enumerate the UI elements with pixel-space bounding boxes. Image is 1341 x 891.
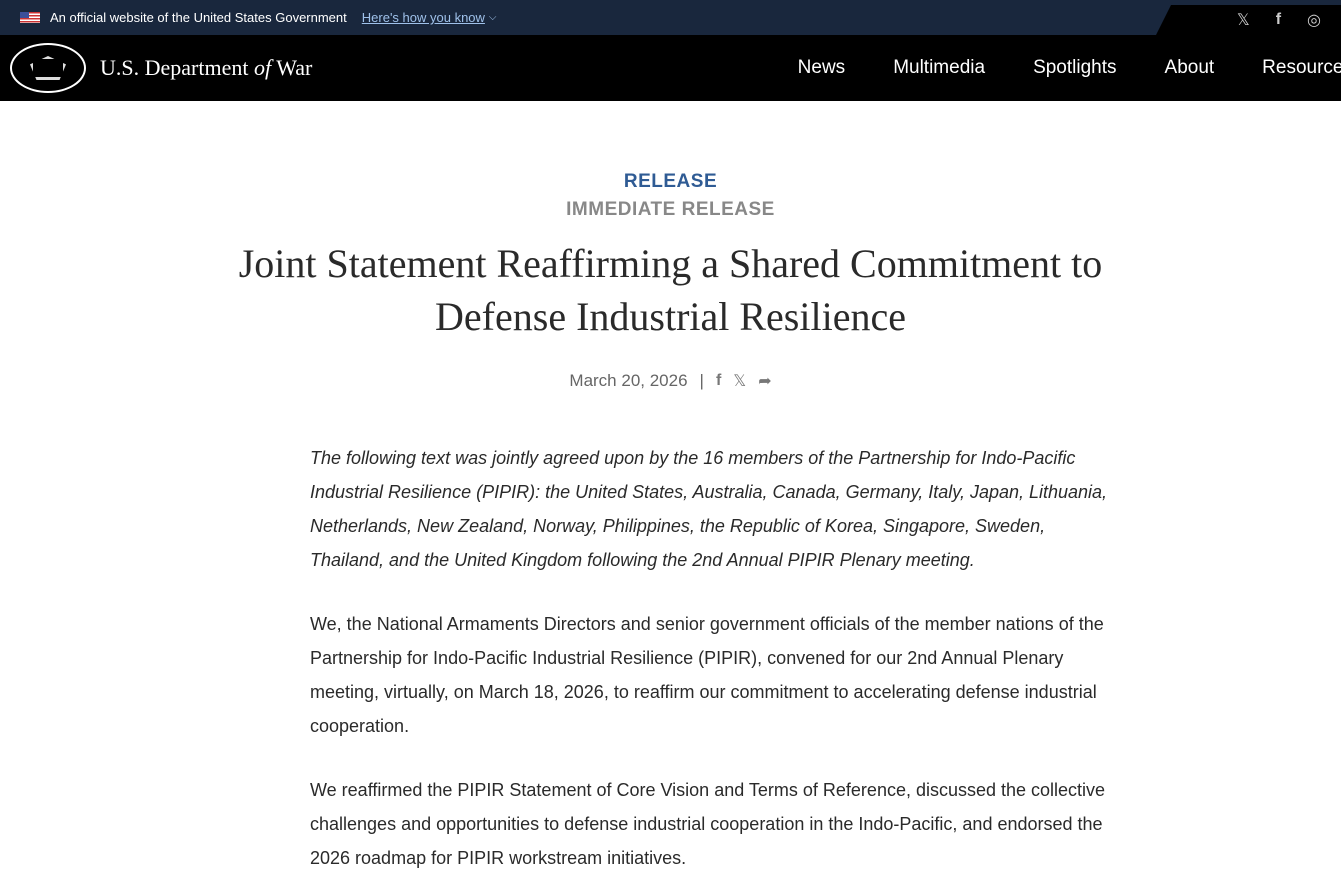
gov-banner-text: An official website of the United States…	[50, 10, 347, 25]
site-brand[interactable]: U.S. Department of War	[100, 55, 312, 81]
nav-about[interactable]: About	[1165, 57, 1215, 79]
nav-spotlights[interactable]: Spotlights	[1033, 57, 1116, 79]
nav-multimedia[interactable]: Multimedia	[893, 57, 985, 79]
gov-banner: An official website of the United States…	[0, 0, 1341, 35]
article-date: March 20, 2026	[569, 371, 688, 390]
article-subtype: IMMEDIATE RELEASE	[566, 199, 775, 220]
article-type: RELEASE	[623, 171, 718, 192]
page-title: Joint Statement Reaffirming a Shared Com…	[238, 241, 1103, 339]
social-links: 𝕏 f ◎	[1156, 5, 1341, 35]
us-flag-icon	[20, 12, 40, 23]
article-lead: The following text was jointly agreed up…	[310, 448, 1108, 570]
x-icon[interactable]: 𝕏	[1237, 10, 1250, 30]
article-paragraph: We, the National Armaments Directors and…	[310, 614, 1104, 736]
x-share-icon[interactable]: 𝕏	[733, 371, 746, 391]
nav-news[interactable]: News	[798, 57, 846, 79]
instagram-icon[interactable]: ◎	[1307, 10, 1321, 30]
facebook-share-icon[interactable]: f	[716, 372, 721, 390]
facebook-icon[interactable]: f	[1276, 11, 1281, 29]
nav-resources[interactable]: Resources	[1262, 57, 1341, 79]
heres-how-you-know-link[interactable]: Here's how you know	[362, 10, 485, 25]
chevron-down-icon: ⌵	[488, 12, 497, 23]
pentagon-seal-logo[interactable]	[10, 43, 86, 93]
article-body: The following text was jointly agreed up…	[310, 441, 1110, 875]
share-icon[interactable]: ➦	[758, 371, 771, 391]
article-paragraph: We reaffirmed the PIPIR Statement of Cor…	[310, 780, 1106, 868]
main-nav: U.S. Department of War News Multimedia S…	[0, 35, 1341, 101]
separator: |	[699, 371, 704, 390]
